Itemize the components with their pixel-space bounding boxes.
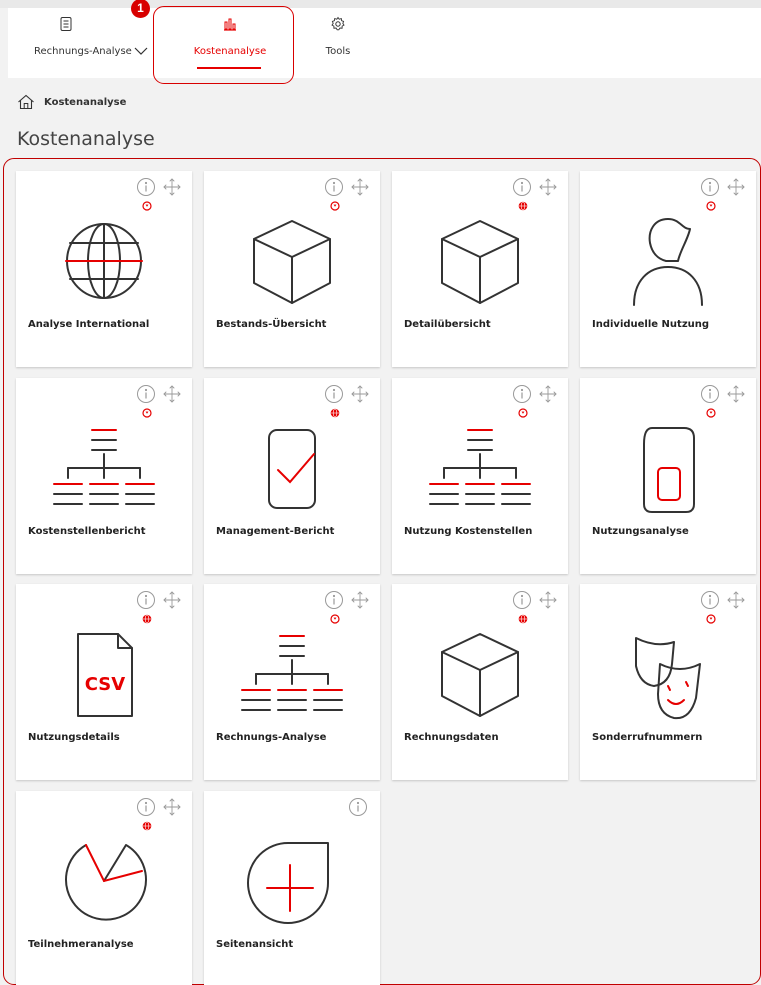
globe-status-icon bbox=[330, 408, 340, 418]
tile-sonderrufnummern[interactable]: Sonderrufnummern bbox=[580, 584, 756, 780]
globe-icon bbox=[65, 223, 143, 299]
user-icon bbox=[633, 218, 703, 306]
tile-individuelle-nutzung[interactable]: Individuelle Nutzung bbox=[580, 171, 756, 367]
nav-item-label: Tools bbox=[325, 46, 351, 57]
info-icon[interactable] bbox=[700, 590, 720, 610]
move-icon[interactable] bbox=[350, 384, 370, 404]
tile-label: Analyse International bbox=[28, 319, 150, 330]
tile-label: Kostenstellenbericht bbox=[28, 526, 146, 537]
top-strip bbox=[0, 0, 761, 8]
info-icon[interactable] bbox=[700, 177, 720, 197]
info-icon[interactable] bbox=[512, 384, 532, 404]
info-icon[interactable] bbox=[324, 177, 344, 197]
tile-analyse-international[interactable]: Analyse International bbox=[16, 171, 192, 367]
tile-nutzung-kostenstellen[interactable]: Nutzung Kostenstellen bbox=[392, 378, 568, 574]
move-icon[interactable] bbox=[350, 177, 370, 197]
globe-status-icon bbox=[518, 614, 528, 624]
move-icon[interactable] bbox=[162, 590, 182, 610]
refresh-status-icon bbox=[142, 201, 152, 211]
chevron-down-icon[interactable] bbox=[134, 46, 148, 56]
move-icon[interactable] bbox=[726, 177, 746, 197]
box-icon bbox=[441, 220, 519, 304]
globe-status-icon bbox=[142, 821, 152, 831]
sim-card-icon bbox=[643, 427, 695, 513]
tile-teilnehmeranalyse[interactable]: Teilnehmeranalyse bbox=[16, 791, 192, 985]
tile-label: Rechnungsdaten bbox=[404, 732, 499, 743]
move-icon[interactable] bbox=[162, 797, 182, 817]
tile-management-bericht[interactable]: Management-Bericht bbox=[204, 378, 380, 574]
info-icon[interactable] bbox=[136, 384, 156, 404]
move-icon[interactable] bbox=[350, 590, 370, 610]
tile-label: Sonderrufnummern bbox=[592, 732, 703, 743]
svg-text:CSV: CSV bbox=[85, 674, 126, 695]
tile-rechnungs-analyse[interactable]: Rechnungs-Analyse bbox=[204, 584, 380, 780]
refresh-status-icon bbox=[706, 408, 716, 418]
tile-bestands-übersicht[interactable]: Bestands-Übersicht bbox=[204, 171, 380, 367]
document-icon bbox=[60, 17, 72, 31]
tile-nutzungsanalyse[interactable]: Nutzungsanalyse bbox=[580, 378, 756, 574]
box-icon bbox=[441, 633, 519, 717]
globe-status-icon bbox=[518, 201, 528, 211]
gear-icon bbox=[331, 16, 345, 31]
info-icon[interactable] bbox=[136, 590, 156, 610]
refresh-status-icon bbox=[142, 408, 152, 418]
add-page-icon bbox=[247, 842, 329, 924]
top-navigation: Rechnungs-Analyse Kostenanalyse Tools bbox=[8, 8, 761, 78]
tile-detailübersicht[interactable]: Detailübersicht bbox=[392, 171, 568, 367]
move-icon[interactable] bbox=[726, 590, 746, 610]
tile-label: Rechnungs-Analyse bbox=[216, 732, 327, 743]
tablet-check-icon bbox=[268, 429, 316, 509]
refresh-status-icon bbox=[330, 201, 340, 211]
nav-item-rechnungs-analyse[interactable]: Rechnungs-Analyse bbox=[28, 8, 158, 78]
info-icon[interactable] bbox=[136, 177, 156, 197]
tile-label: Management-Bericht bbox=[216, 526, 335, 537]
info-icon[interactable] bbox=[324, 590, 344, 610]
move-icon[interactable] bbox=[538, 590, 558, 610]
tile-label: Nutzungsdetails bbox=[28, 732, 120, 743]
info-icon[interactable] bbox=[512, 590, 532, 610]
move-icon[interactable] bbox=[538, 177, 558, 197]
tile-nutzungsdetails[interactable]: CSV Nutzungsdetails bbox=[16, 584, 192, 780]
tile-label: Teilnehmeranalyse bbox=[28, 939, 134, 950]
refresh-status-icon bbox=[518, 408, 528, 418]
tile-label: Detailübersicht bbox=[404, 319, 491, 330]
tile-label: Nutzung Kostenstellen bbox=[404, 526, 533, 537]
breadcrumb[interactable]: Kostenanalyse bbox=[17, 94, 126, 110]
tile-label: Individuelle Nutzung bbox=[592, 319, 710, 330]
hierarchy-icon bbox=[53, 429, 155, 505]
refresh-status-icon bbox=[706, 201, 716, 211]
move-icon[interactable] bbox=[162, 384, 182, 404]
info-icon[interactable] bbox=[348, 797, 368, 817]
home-icon bbox=[18, 94, 34, 110]
info-icon[interactable] bbox=[512, 177, 532, 197]
info-icon[interactable] bbox=[700, 384, 720, 404]
page-title: Kostenanalyse bbox=[17, 128, 155, 150]
nav-item-tools[interactable]: Tools bbox=[308, 8, 368, 78]
tile-rechnungsdaten[interactable]: Rechnungsdaten bbox=[392, 584, 568, 780]
hierarchy-icon bbox=[241, 635, 343, 711]
tile-label: Bestands-Übersicht bbox=[216, 319, 327, 330]
tile-kostenstellenbericht[interactable]: Kostenstellenbericht bbox=[16, 378, 192, 574]
move-icon[interactable] bbox=[726, 384, 746, 404]
refresh-status-icon bbox=[706, 614, 716, 624]
move-icon[interactable] bbox=[538, 384, 558, 404]
breadcrumb-label: Kostenanalyse bbox=[44, 96, 127, 108]
tile-label: Seitenansicht bbox=[216, 939, 294, 950]
move-icon[interactable] bbox=[162, 177, 182, 197]
pie-chart-icon bbox=[65, 844, 147, 921]
info-icon[interactable] bbox=[136, 797, 156, 817]
box-icon bbox=[253, 220, 331, 304]
info-icon[interactable] bbox=[324, 384, 344, 404]
csv-file-icon: CSV bbox=[77, 633, 133, 717]
tile-seitenansicht[interactable]: Seitenansicht bbox=[204, 791, 380, 985]
tile-label: Nutzungsanalyse bbox=[592, 526, 689, 537]
refresh-status-icon bbox=[330, 614, 340, 624]
theater-masks-icon bbox=[635, 637, 701, 720]
highlight-frame-kostenanalyse bbox=[153, 6, 294, 84]
globe-status-icon bbox=[142, 614, 152, 624]
hierarchy-icon bbox=[429, 429, 531, 505]
